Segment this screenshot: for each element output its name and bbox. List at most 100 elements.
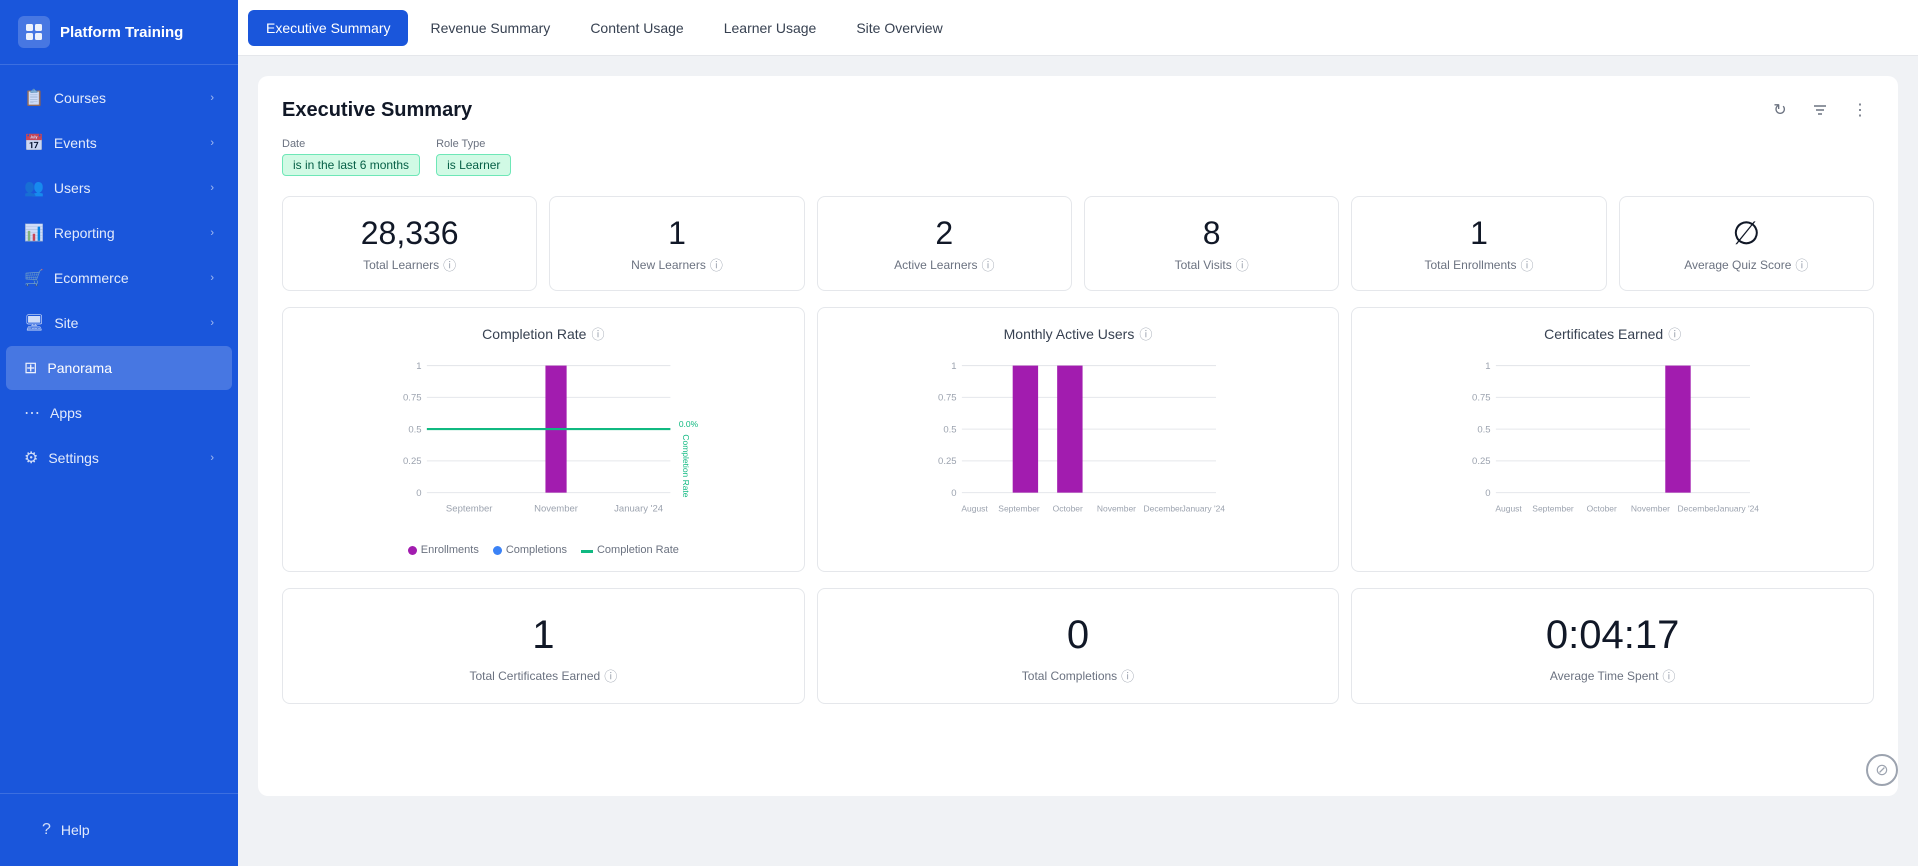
nav-item-site[interactable]: 🖥 Site ›: [6, 301, 232, 345]
stat-card-0: 28,336 Total Learners ⓘ: [282, 196, 537, 291]
apps-icon: ⋯: [24, 403, 40, 423]
refresh-button[interactable]: ↻: [1766, 96, 1794, 124]
nav-item-apps[interactable]: ⋯ Apps: [6, 391, 232, 435]
stat-info-icon-1[interactable]: ⓘ: [710, 255, 723, 274]
certificates-earned-svg: 1 0.75 0.5 0.25 0 August September Octob…: [1368, 355, 1857, 535]
certificates-earned-info-icon[interactable]: ⓘ: [1668, 324, 1681, 343]
bottom-stat-info-icon-1[interactable]: ⓘ: [1121, 666, 1134, 685]
tab-learner-usage[interactable]: Learner Usage: [706, 10, 835, 46]
sidebar-logo: [18, 16, 50, 48]
role-filter-badge[interactable]: is Learner: [436, 154, 511, 176]
nav-item-courses[interactable]: 📋 Courses ›: [6, 76, 232, 120]
bottom-stat-label-2: Average Time Spent ⓘ: [1550, 666, 1676, 685]
stat-card-5: ∅ Average Quiz Score ⓘ: [1619, 196, 1874, 291]
nav-item-events[interactable]: 📅 Events ›: [6, 121, 232, 165]
filters-row: Date is in the last 6 months Role Type i…: [282, 138, 1874, 176]
svg-text:0.0%: 0.0%: [679, 419, 699, 429]
nav-item-ecommerce[interactable]: 🛒 Ecommerce ›: [6, 256, 232, 300]
certificates-earned-chart: Certificates Earned ⓘ 1 0.75 0.5: [1351, 307, 1874, 572]
svg-text:0: 0: [1486, 488, 1491, 499]
monthly-active-users-svg: 1 0.75 0.5 0.25 0 August September: [834, 355, 1323, 535]
svg-text:0.5: 0.5: [408, 424, 421, 435]
date-filter-group: Date is in the last 6 months: [282, 138, 420, 176]
stat-value-1: 1: [668, 217, 686, 249]
tab-revenue-summary[interactable]: Revenue Summary: [412, 10, 568, 46]
stat-info-icon-3[interactable]: ⓘ: [1236, 255, 1249, 274]
stat-label-4: Total Enrollments ⓘ: [1424, 255, 1533, 274]
nav-item-reporting[interactable]: 📊 Reporting ›: [6, 211, 232, 255]
stat-label-2: Active Learners ⓘ: [894, 255, 994, 274]
settings-icon: ⚙: [24, 448, 38, 468]
stat-value-5: ∅: [1732, 217, 1760, 249]
tab-site-overview[interactable]: Site Overview: [838, 10, 960, 46]
filter-button[interactable]: [1806, 96, 1834, 124]
courses-icon: 📋: [24, 88, 44, 108]
svg-text:December: December: [1678, 504, 1717, 514]
stat-card-2: 2 Active Learners ⓘ: [817, 196, 1072, 291]
svg-text:January '24: January '24: [1716, 504, 1760, 514]
content-area: Executive Summary ↻ ⋮ Date: [238, 56, 1918, 866]
bottom-stat-info-icon-2[interactable]: ⓘ: [1662, 666, 1675, 685]
svg-text:0: 0: [416, 488, 421, 499]
svg-text:January '24: January '24: [1181, 504, 1225, 514]
nav-item-panorama[interactable]: ⊞ Panorama: [6, 346, 232, 390]
chevron-events-icon: ›: [210, 137, 214, 149]
date-filter-badge[interactable]: is in the last 6 months: [282, 154, 420, 176]
svg-text:0.25: 0.25: [938, 456, 957, 467]
stat-label-1: New Learners ⓘ: [631, 255, 723, 274]
role-filter-group: Role Type is Learner: [436, 138, 511, 176]
stat-card-4: 1 Total Enrollments ⓘ: [1351, 196, 1606, 291]
svg-text:November: November: [1631, 504, 1670, 514]
nav-item-label-ecommerce: Ecommerce: [54, 270, 129, 286]
chevron-settings-icon: ›: [210, 452, 214, 464]
bottom-stat-label-1: Total Completions ⓘ: [1022, 666, 1134, 685]
nav-item-settings[interactable]: ⚙ Settings ›: [6, 436, 232, 480]
svg-text:October: October: [1587, 504, 1617, 514]
role-filter-label: Role Type: [436, 138, 511, 150]
legend-enrollments: Enrollments: [408, 544, 479, 556]
svg-text:0: 0: [951, 488, 956, 499]
monthly-active-users-chart: Monthly Active Users ⓘ 1 0.75 0.5: [817, 307, 1340, 572]
sidebar-footer[interactable]: ? Help: [0, 793, 238, 866]
nav-item-label-settings: Settings: [48, 450, 99, 466]
bottom-stat-value-2: 0:04:17: [1546, 613, 1679, 658]
monthly-active-users-info-icon[interactable]: ⓘ: [1139, 324, 1152, 343]
completion-rate-info-icon[interactable]: ⓘ: [591, 324, 604, 343]
stat-label-5: Average Quiz Score ⓘ: [1684, 255, 1808, 274]
stat-info-icon-5[interactable]: ⓘ: [1795, 255, 1808, 274]
svg-text:1: 1: [951, 361, 956, 372]
charts-row: Completion Rate ⓘ 1: [282, 307, 1874, 572]
stat-info-icon-2[interactable]: ⓘ: [982, 255, 995, 274]
completion-rate-legend: Enrollments Completions Completion Rate: [299, 544, 788, 556]
nav-item-label-panorama: Panorama: [47, 360, 112, 376]
chevron-reporting-icon: ›: [210, 227, 214, 239]
tab-content-usage[interactable]: Content Usage: [572, 10, 701, 46]
svg-text:September: September: [998, 504, 1040, 514]
svg-text:0.5: 0.5: [1478, 424, 1491, 435]
tab-executive-summary[interactable]: Executive Summary: [248, 10, 408, 46]
more-options-button[interactable]: ⋮: [1846, 96, 1874, 124]
stat-info-icon-4[interactable]: ⓘ: [1521, 255, 1534, 274]
completion-rate-svg: 1 0.75 0.5 0.25 0 September November: [299, 355, 788, 535]
bottom-stat-value-1: 0: [1067, 613, 1089, 658]
disabled-icon[interactable]: ⊘: [1866, 754, 1898, 786]
svg-text:January '24: January '24: [614, 504, 664, 515]
tabs-bar: Executive SummaryRevenue SummaryContent …: [238, 0, 1918, 56]
stat-value-4: 1: [1470, 217, 1488, 249]
panorama-icon: ⊞: [24, 358, 37, 378]
bottom-stat-info-icon-0[interactable]: ⓘ: [604, 666, 617, 685]
stat-card-1: 1 New Learners ⓘ: [549, 196, 804, 291]
nav-item-help[interactable]: ? Help: [24, 809, 214, 851]
bottom-stat-card-1: 0 Total Completions ⓘ: [817, 588, 1340, 704]
nav-item-users[interactable]: 👥 Users ›: [6, 166, 232, 210]
nav-item-label-reporting: Reporting: [54, 225, 115, 241]
users-icon: 👥: [24, 178, 44, 198]
site-icon: 🖥: [24, 313, 44, 333]
nav-item-label-events: Events: [54, 135, 97, 151]
stat-value-0: 28,336: [361, 217, 459, 249]
completion-rate-chart: Completion Rate ⓘ 1: [282, 307, 805, 572]
sidebar-nav: 📋 Courses › 📅 Events › 👥 Users › 📊 Repor…: [0, 65, 238, 793]
stat-info-icon-0[interactable]: ⓘ: [443, 255, 456, 274]
bottom-stat-card-2: 0:04:17 Average Time Spent ⓘ: [1351, 588, 1874, 704]
stat-label-0: Total Learners ⓘ: [363, 255, 456, 274]
